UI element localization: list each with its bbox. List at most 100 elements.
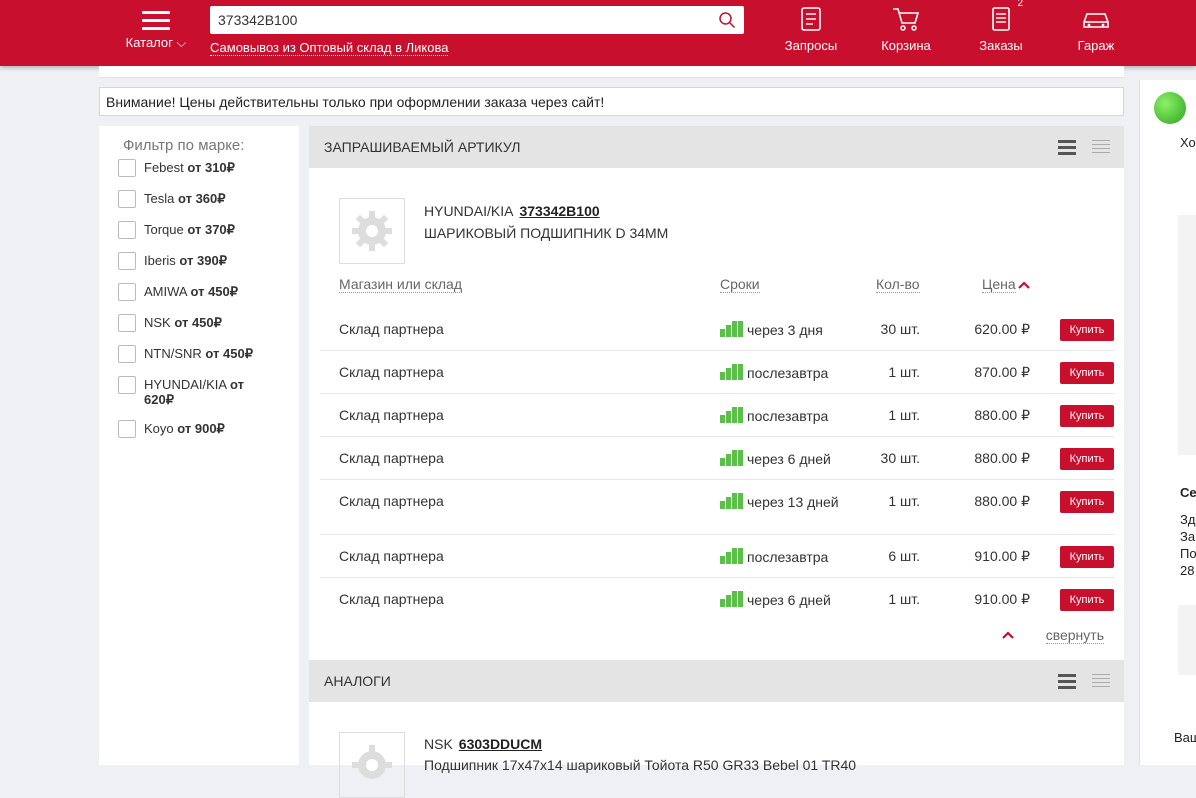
search-icon[interactable]: [718, 11, 736, 29]
brand-filter-item[interactable]: Koyo от 900₽: [118, 420, 299, 438]
brand-min-price: от 310₽: [187, 160, 235, 175]
brand-min-price: от 450₽: [174, 315, 222, 330]
offer-term: послезавтра: [720, 364, 840, 384]
brand-min-price: от 390₽: [179, 253, 227, 268]
nav-garage[interactable]: Гараж: [1056, 6, 1136, 53]
buy-button[interactable]: Купить: [1060, 589, 1114, 611]
brand-checkbox[interactable]: [118, 221, 136, 239]
offer-term: через 6 дней: [720, 450, 840, 470]
orders-badge: 2: [1017, 0, 1023, 9]
analog-article-link[interactable]: 6303DDUCM: [459, 736, 542, 752]
brand-min-price: от 370₽: [187, 222, 235, 237]
search-box: [210, 6, 744, 34]
brand-checkbox[interactable]: [118, 252, 136, 270]
brand-filter-item[interactable]: Torque от 370₽: [118, 221, 299, 239]
offer-row: Склад партнера через 6 дней 30 шт. 880.00 ₽…: [320, 437, 1114, 480]
buy-button[interactable]: Купить: [1060, 448, 1114, 470]
availability-bars-icon: [720, 321, 744, 341]
brand-filter-item[interactable]: NTN/SNR от 450₽: [118, 345, 299, 363]
nav-cart-label: Корзина: [881, 38, 931, 53]
brand-checkbox[interactable]: [118, 190, 136, 208]
col-term[interactable]: Сроки: [720, 277, 760, 293]
brand-checkbox[interactable]: [118, 376, 136, 394]
brand-checkbox[interactable]: [118, 283, 136, 301]
offer-store: Склад партнера: [339, 450, 444, 466]
brand-name: Febest: [144, 160, 184, 175]
offer-price: 880.00 ₽: [974, 493, 1030, 509]
product-image-placeholder: [339, 198, 405, 264]
nav-cart[interactable]: Корзина: [866, 6, 946, 53]
nav-requests[interactable]: Запросы: [771, 6, 851, 53]
right-panel-text: По: [1180, 546, 1196, 561]
brand-filter-panel: Фильтр по марке: Febest от 310₽ Tesla от …: [99, 126, 299, 765]
offer-term: через 6 дней: [720, 591, 840, 611]
brand-checkbox[interactable]: [118, 345, 136, 363]
brand-checkbox[interactable]: [118, 420, 136, 438]
col-qty[interactable]: Кол-во: [876, 277, 920, 293]
brand-min-price: от 900₽: [177, 421, 225, 436]
offers-table-body: Склад партнера через 3 дня 30 шт. 620.00 ₽ К…: [309, 308, 1124, 621]
offer-store: Склад партнера: [339, 364, 444, 380]
gear-icon: [352, 211, 392, 251]
brand-name: NTN/SNR: [144, 346, 202, 361]
list-view-icon[interactable]: [1058, 140, 1076, 158]
brand-filter-item[interactable]: HYUNDAI/KIA от 620₽: [118, 376, 299, 407]
chat-input-placeholder[interactable]: Ваш: [1174, 730, 1196, 745]
brand-filter-item[interactable]: NSK от 450₽: [118, 314, 299, 332]
buy-button[interactable]: Купить: [1060, 405, 1114, 427]
right-side-panel: Хо Се Зд За По 28 Ваш: [1139, 80, 1196, 765]
availability-bars-icon: [720, 364, 744, 384]
product-brand: HYUNDAI/KIA 373342B100: [424, 203, 600, 219]
catalog-menu-button[interactable]: Каталог ⌵: [124, 8, 188, 51]
analog-brand: NSK 6303DDUCM: [424, 736, 543, 752]
buy-button[interactable]: Купить: [1060, 319, 1114, 341]
filter-title: Фильтр по марке:: [123, 137, 245, 154]
right-panel-text: 28: [1180, 563, 1195, 578]
chevron-up-icon[interactable]: [1002, 631, 1014, 639]
offer-price: 880.00 ₽: [974, 407, 1030, 423]
brand-filter-item[interactable]: Tesla от 360₽: [118, 190, 299, 208]
offer-store: Склад партнера: [339, 407, 444, 423]
availability-bars-icon: [720, 591, 744, 611]
right-panel-text: Хо: [1180, 135, 1196, 150]
requested-section-title: ЗАПРАШИВАЕМЫЙ АРТИКУЛ: [324, 139, 521, 155]
brand-filter-item[interactable]: AMIWA от 450₽: [118, 283, 299, 301]
offer-store: Склад партнера: [339, 591, 444, 607]
search-input[interactable]: [210, 6, 700, 34]
list-view-icon[interactable]: [1058, 674, 1076, 692]
price-notice: Внимание! Цены действительны только при …: [99, 87, 1124, 116]
buy-button[interactable]: Купить: [1060, 491, 1114, 513]
brand-min-price: от 450₽: [205, 346, 253, 361]
compact-view-icon[interactable]: [1092, 674, 1110, 692]
sort-up-icon[interactable]: [1018, 281, 1030, 289]
brand-list: Febest от 310₽ Tesla от 360₽ Torque от 370…: [99, 159, 299, 438]
cart-icon: [893, 8, 920, 31]
nav-requests-label: Запросы: [784, 38, 838, 53]
analog-description: Подшипник 17x47x14 шариковый Тойота R50 …: [424, 757, 857, 773]
compact-view-icon[interactable]: [1092, 140, 1110, 158]
right-panel-block: [1178, 215, 1196, 455]
brand-checkbox[interactable]: [118, 159, 136, 177]
offer-qty: 1 шт.: [888, 493, 920, 509]
pickup-location-link[interactable]: Самовывоз из Оптовый склад в Ликова: [210, 40, 449, 56]
requested-section-header: ЗАПРАШИВАЕМЫЙ АРТИКУЛ: [309, 126, 1124, 168]
nav-orders[interactable]: 2 Заказы: [961, 0, 1041, 53]
offer-row: Склад партнера послезавтра 1 шт. 880.00 ₽ Ку…: [320, 394, 1114, 437]
hamburger-icon: [142, 11, 170, 30]
brand-name: AMIWA: [144, 284, 187, 299]
buy-button[interactable]: Купить: [1060, 362, 1114, 384]
brand-filter-item[interactable]: Febest от 310₽: [118, 159, 299, 177]
offer-qty: 1 шт.: [888, 407, 920, 423]
offer-row: Склад партнера послезавтра 1 шт. 870.00 ₽ Ку…: [320, 351, 1114, 394]
offer-store: Склад партнера: [339, 548, 444, 564]
col-store[interactable]: Магазин или склад: [339, 277, 462, 293]
col-price[interactable]: Цена: [982, 277, 1016, 293]
brand-checkbox[interactable]: [118, 314, 136, 332]
offer-term: послезавтра: [720, 407, 840, 427]
analog-product: NSK 6303DDUCM Подшипник 17x47x14 шариковы…: [309, 702, 1124, 798]
product-article-link[interactable]: 373342B100: [519, 203, 599, 219]
buy-button[interactable]: Купить: [1060, 546, 1114, 568]
brand-filter-item[interactable]: Iberis от 390₽: [118, 252, 299, 270]
collapse-link[interactable]: свернуть: [1045, 628, 1104, 644]
catalog-label: Каталог ⌵: [125, 35, 187, 50]
